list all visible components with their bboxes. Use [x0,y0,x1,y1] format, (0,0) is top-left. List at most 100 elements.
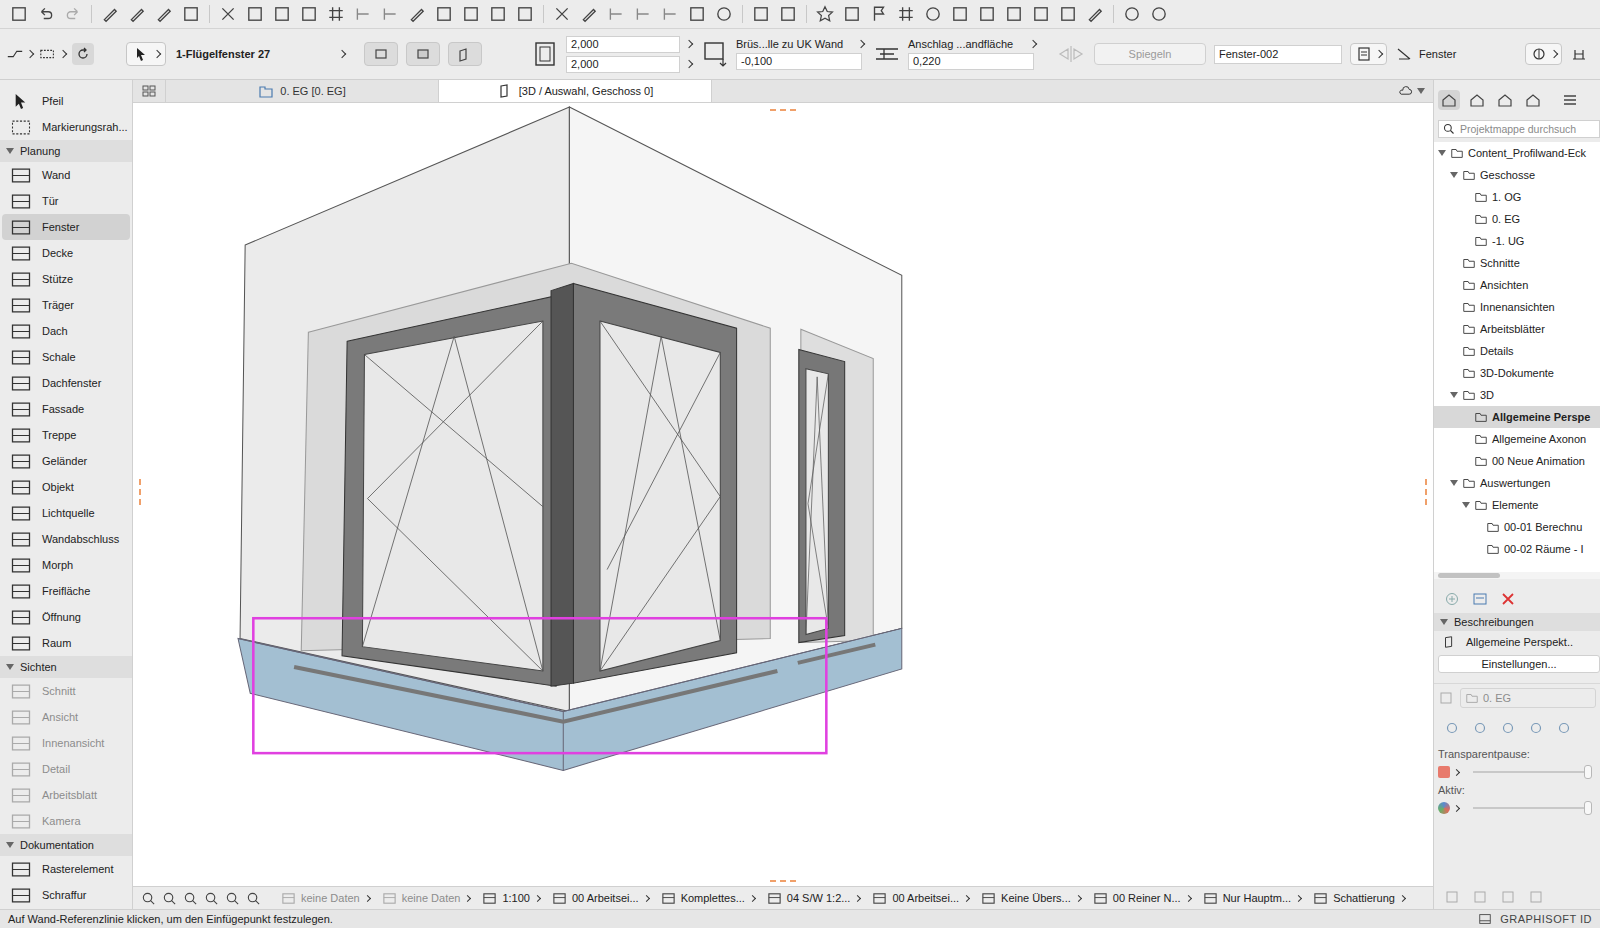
view-tab[interactable]: [3D / Auswahl, Geschoss 0] [439,80,712,102]
toolbar-tool-icon[interactable] [816,5,834,23]
toolbox-item[interactable]: Tür [2,188,130,214]
toolbar-tool-icon[interactable] [1123,5,1141,23]
toolbox-item[interactable]: Decke [2,240,130,266]
toolbar-tool-icon[interactable] [155,5,173,23]
toolbox-item[interactable]: Geländer [2,448,130,474]
toolbox-item[interactable]: Öffnung [2,604,130,630]
toolbox-item[interactable]: Detail [2,756,130,782]
descriptions-header[interactable]: Beschreibungen [1434,613,1600,631]
toolbar-tool-icon[interactable] [779,5,797,23]
corner-post[interactable] [551,284,573,687]
expand-icon[interactable] [1450,480,1458,486]
toolbar-tool-icon[interactable] [978,5,996,23]
toolbox-item[interactable]: Stütze [2,266,130,292]
tree-item[interactable]: -1. UG [1434,230,1600,252]
toolbox-item[interactable]: Pfeil [2,88,130,114]
add-view-icon[interactable] [1444,591,1460,607]
toolbar-tool-icon[interactable] [516,5,534,23]
selection-rectangle[interactable] [253,618,826,753]
horizontal-scrollbar[interactable] [1434,572,1600,579]
toolbox-item[interactable]: Fassade [2,396,130,422]
tree-item[interactable]: Geschosse [1434,164,1600,186]
view-tab[interactable]: 0. EG [0. EG] [166,80,439,102]
tab-overview-button[interactable] [133,80,166,102]
status-item[interactable]: 00 Arbeitsei... [872,891,969,906]
view-mode-button[interactable] [406,42,440,66]
settings-open-button[interactable] [336,51,348,57]
edit-view-icon[interactable] [1472,591,1488,607]
settings-button[interactable]: Einstellungen... [1438,655,1600,673]
tree-item[interactable]: Auswertungen [1434,472,1600,494]
sill-field[interactable]: -0,100 [736,53,862,70]
view-tool-icon[interactable] [1556,720,1572,736]
small-window-frame[interactable] [799,349,845,642]
toolbar-tool-icon[interactable] [843,5,861,23]
toolbar-tool-icon[interactable] [924,5,942,23]
element-id-field[interactable]: Fenster-002 [1214,45,1342,64]
story-field[interactable]: 0. EG [1460,688,1596,708]
status-item[interactable]: 04 S/W 1:2... [767,891,861,906]
tree-item[interactable]: 1. OG [1434,186,1600,208]
trace-tool-icon[interactable] [1500,889,1516,905]
slider-thumb[interactable] [1584,765,1592,779]
toolbox-item[interactable]: Lichtquelle [2,500,130,526]
toolbox-item[interactable]: Schraffur [2,882,130,908]
toolbar-tool-icon[interactable] [435,5,453,23]
scroll-thumb[interactable] [1438,573,1500,578]
tree-item[interactable]: 3D-Dokumente [1434,362,1600,384]
delete-icon[interactable] [1500,591,1516,607]
toolbar-tool-icon[interactable] [634,5,652,23]
toolbar-tool-icon[interactable] [688,5,706,23]
height-field[interactable]: 2,000 [566,56,680,73]
status-item[interactable]: 1:100 [482,891,540,906]
view-mode-button[interactable] [448,42,482,66]
tree-item[interactable]: Ansichten [1434,274,1600,296]
tree-item[interactable]: Content_Profilwand-Eck [1434,142,1600,164]
toolbar-tool-icon[interactable] [128,5,146,23]
active-slider[interactable] [1473,807,1588,809]
left-window-frame[interactable] [342,296,556,686]
element-settings-name[interactable]: 1-Flügelfenster 27 [174,44,328,64]
reveal-field[interactable]: 0,220 [908,53,1034,70]
view-tool-icon[interactable] [1444,720,1460,736]
toolbox-item[interactable]: Freifläche [2,578,130,604]
navigation-icon[interactable] [162,891,177,906]
toolbar-tool-icon[interactable] [1059,5,1077,23]
toolbar-tool-icon[interactable] [870,5,888,23]
toolbar-tool-icon[interactable] [580,5,598,23]
status-item[interactable]: Schattierung [1313,891,1405,906]
toolbar-tool-icon[interactable] [327,5,345,23]
floor-slab[interactable] [238,628,902,770]
toolbar-tool-icon[interactable] [381,5,399,23]
navigation-icon[interactable] [246,891,261,906]
toolbar-tool-icon[interactable] [661,5,679,23]
graphisoft-id[interactable]: GRAPHISOFT ID [1478,912,1592,926]
3d-canvas[interactable] [133,103,1433,886]
toolbar-tool-icon[interactable] [897,5,915,23]
right-wall[interactable] [569,107,901,711]
toolbar-tool-icon[interactable] [219,5,237,23]
status-item[interactable]: keine Daten [382,891,471,906]
navigator-search[interactable]: Projektmappe durchsuch [1438,120,1600,138]
transparency-slider[interactable] [1473,771,1588,773]
toolbox-item[interactable]: Objekt [2,474,130,500]
toolbar-tool-icon[interactable] [273,5,291,23]
toolbar-tool-icon[interactable] [1150,5,1168,23]
toolbox-item[interactable]: Ansicht [2,704,130,730]
navigation-icon[interactable] [183,891,198,906]
trace-tool-icon[interactable] [1528,889,1544,905]
layer-icon[interactable] [1570,46,1588,62]
toolbar-tool-icon[interactable] [951,5,969,23]
view-options-button[interactable] [1390,80,1433,102]
left-wall[interactable] [240,107,569,711]
toolbar-tool-icon[interactable] [752,5,770,23]
geometry-method-button[interactable] [6,46,33,62]
toolbox-item[interactable]: Markierungsrah... [2,114,130,140]
tree-item[interactable]: Elemente [1434,494,1600,516]
toolbox-item[interactable]: Raum [2,630,130,656]
slider-thumb[interactable] [1584,801,1592,815]
anchor-button[interactable] [39,46,66,62]
toolbox-section-header[interactable]: Dokumentation [0,834,132,856]
toolbox-item[interactable]: Arbeitsblatt [2,782,130,808]
toolbox-item[interactable]: Fenster [2,214,130,240]
